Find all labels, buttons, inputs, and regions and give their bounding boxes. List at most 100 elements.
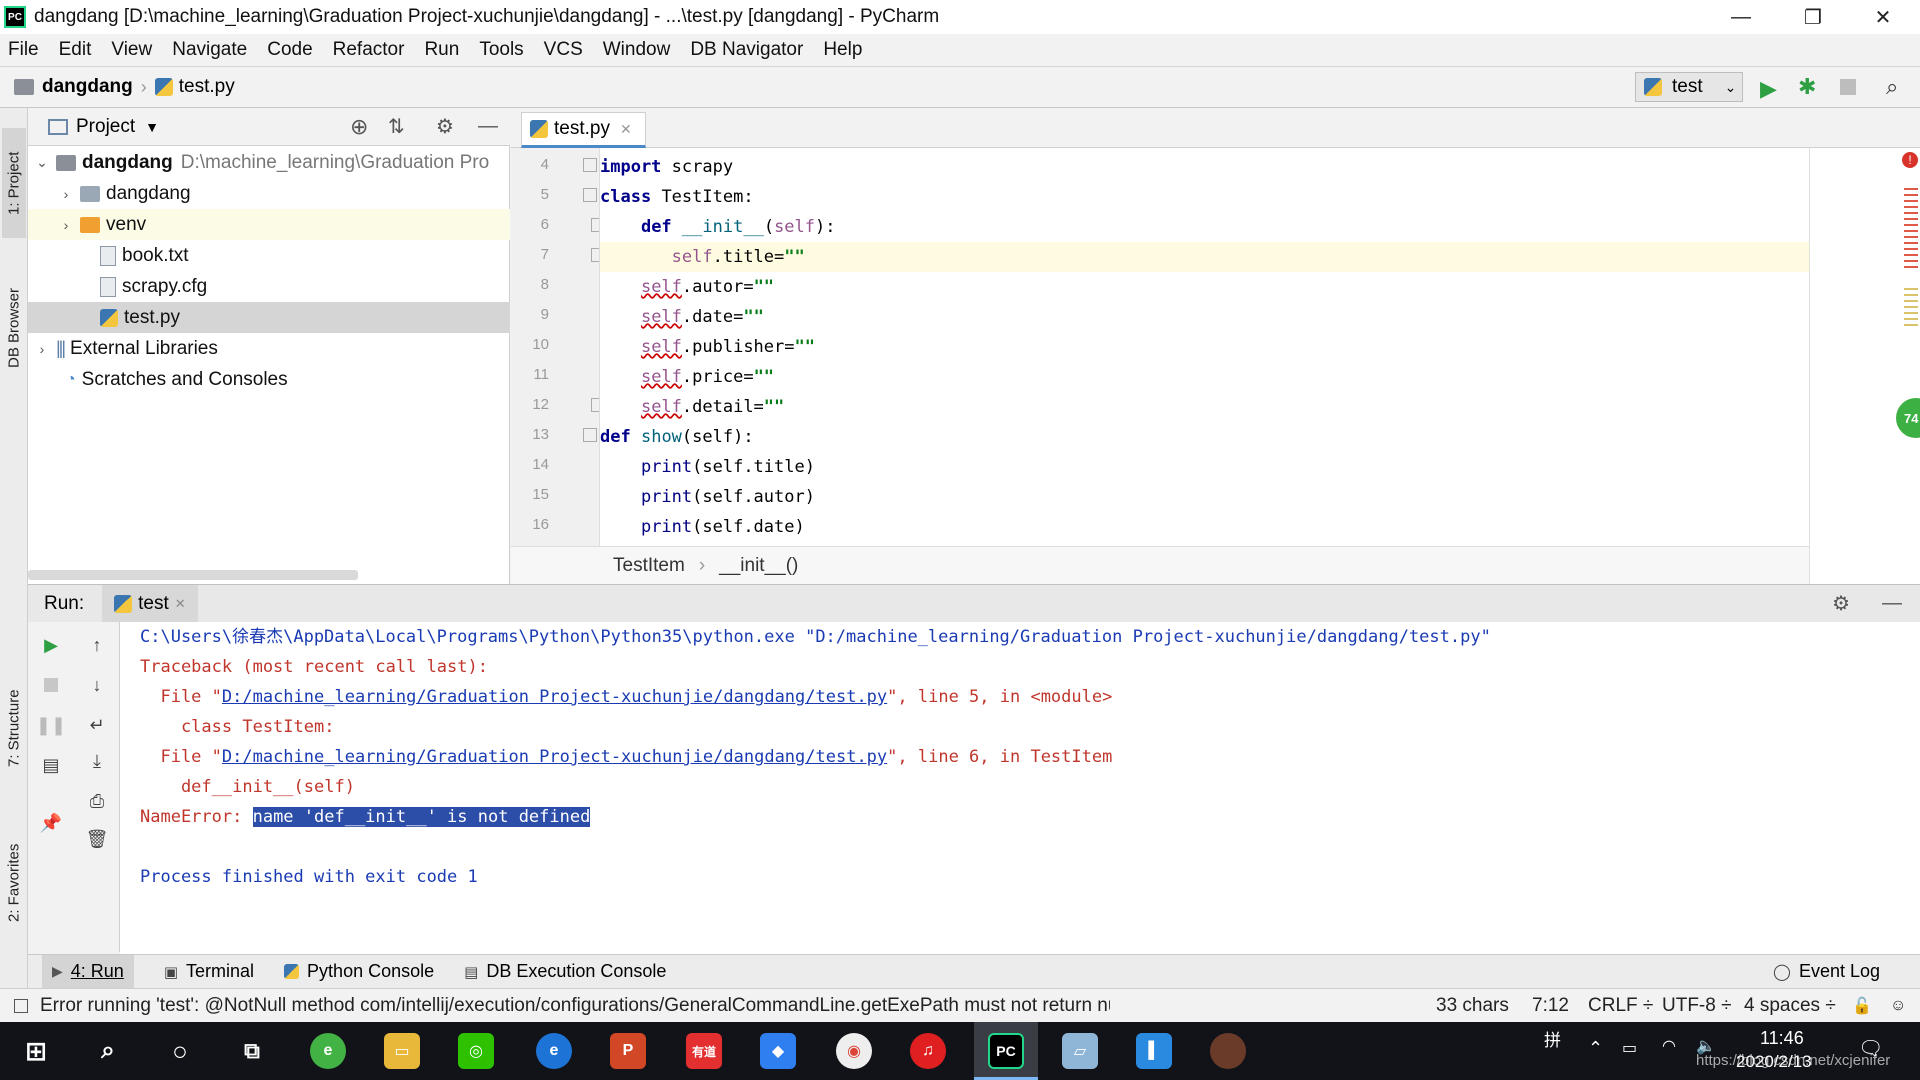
- browser-360-icon[interactable]: e: [310, 1033, 346, 1069]
- layout-icon[interactable]: ▤: [38, 752, 64, 778]
- scroll-to-end-icon[interactable]: ⤓: [84, 748, 110, 774]
- youdao-icon[interactable]: 有道: [686, 1033, 722, 1069]
- run-console[interactable]: C:\Users\徐春杰\AppData\Local\Programs\Pyth…: [120, 622, 1920, 954]
- run-tab-test[interactable]: test ✕: [102, 584, 198, 623]
- collapsed-arrow-icon[interactable]: ›: [32, 341, 52, 357]
- file-explorer-icon[interactable]: ▭: [384, 1033, 420, 1069]
- menu-file[interactable]: File: [8, 39, 39, 61]
- ime-indicator[interactable]: 拼: [1544, 1026, 1561, 1051]
- down-arrow-icon[interactable]: ↓: [84, 672, 110, 698]
- menu-help[interactable]: Help: [823, 39, 862, 61]
- menu-tools[interactable]: Tools: [479, 39, 523, 61]
- collapse-all-icon[interactable]: ⇅: [388, 114, 405, 139]
- document-app-icon[interactable]: ▌: [1136, 1033, 1172, 1069]
- chevron-down-icon[interactable]: ▼: [145, 119, 159, 135]
- console-file-link[interactable]: D:/machine_learning/Graduation Project-x…: [222, 747, 887, 767]
- menu-edit[interactable]: Edit: [59, 39, 92, 61]
- tool-tab-terminal[interactable]: ▣ Terminal: [164, 961, 254, 982]
- pin-icon[interactable]: 📌: [38, 810, 64, 836]
- breadcrumb-file[interactable]: test.py: [179, 76, 235, 98]
- edge-icon[interactable]: e: [536, 1033, 572, 1069]
- tree-item-venv[interactable]: › venv: [28, 209, 510, 240]
- menu-window[interactable]: Window: [603, 39, 671, 61]
- status-encoding[interactable]: UTF-8 ÷: [1662, 995, 1732, 1017]
- minimize-button[interactable]: —: [1706, 0, 1776, 34]
- error-indicator-icon[interactable]: !: [1902, 152, 1918, 168]
- menu-vcs[interactable]: VCS: [544, 39, 583, 61]
- battery-icon[interactable]: ▭: [1622, 1038, 1637, 1058]
- pause-icon[interactable]: ❚❚: [36, 712, 66, 738]
- stop-icon[interactable]: [1840, 79, 1856, 95]
- notification-icon[interactable]: 🗨: [1858, 1036, 1883, 1061]
- rerun-icon[interactable]: ▶: [38, 632, 64, 658]
- trash-icon[interactable]: 🗑: [84, 826, 110, 852]
- tab-db-browser[interactable]: DB Browser: [2, 263, 26, 393]
- powerpoint-icon[interactable]: P: [610, 1033, 646, 1069]
- close-tab-icon[interactable]: ✕: [175, 596, 186, 612]
- status-indent[interactable]: 4 spaces ÷: [1744, 995, 1836, 1017]
- collapsed-arrow-icon[interactable]: ›: [56, 217, 76, 233]
- gear-icon[interactable]: ⚙: [1832, 591, 1850, 616]
- avatar[interactable]: [1210, 1033, 1246, 1069]
- tree-item-file-selected[interactable]: test.py: [28, 302, 510, 333]
- chevron-up-icon[interactable]: ⌃: [1588, 1038, 1603, 1059]
- close-button[interactable]: ✕: [1848, 0, 1918, 34]
- hide-icon[interactable]: —: [1882, 592, 1902, 615]
- netease-music-icon[interactable]: ♫: [910, 1033, 946, 1069]
- wifi-icon[interactable]: ◠: [1662, 1036, 1676, 1056]
- tool-tab-python-console[interactable]: Python Console: [284, 961, 434, 982]
- up-arrow-icon[interactable]: ↑: [84, 632, 110, 658]
- clock-time[interactable]: 11:46: [1760, 1028, 1804, 1049]
- code-editor[interactable]: import scrapy class TestItem: def __init…: [599, 148, 1810, 546]
- fold-marker-icon[interactable]: [583, 428, 597, 442]
- menu-code[interactable]: Code: [267, 39, 312, 61]
- run-icon[interactable]: ▶: [1760, 76, 1777, 102]
- toggle-tool-windows-icon[interactable]: [14, 998, 28, 1013]
- breadcrumb-method[interactable]: __init__(): [719, 555, 798, 577]
- run-configuration-select[interactable]: test ⌄: [1635, 72, 1743, 102]
- breadcrumb-class[interactable]: TestItem: [613, 555, 685, 577]
- status-message[interactable]: Error running 'test': @NotNull method co…: [40, 995, 1110, 1017]
- warning-stripe-marks[interactable]: [1904, 288, 1918, 328]
- cortana-icon[interactable]: ○: [162, 1033, 198, 1069]
- inspection-badge[interactable]: 74: [1896, 398, 1920, 438]
- hide-icon[interactable]: —: [478, 115, 498, 138]
- pycharm-taskbar-icon[interactable]: PC: [988, 1033, 1024, 1069]
- task-view-icon[interactable]: ⧉: [234, 1033, 270, 1069]
- horizontal-scrollbar[interactable]: [28, 570, 358, 580]
- app-icon[interactable]: ▱: [1062, 1033, 1098, 1069]
- tree-item-scratches[interactable]: ◔ Scratches and Consoles: [28, 364, 510, 395]
- breadcrumb-project[interactable]: dangdang: [42, 76, 133, 98]
- notes-app-icon[interactable]: ◆: [760, 1033, 796, 1069]
- collapsed-arrow-icon[interactable]: ›: [56, 186, 76, 202]
- tool-tab-run[interactable]: ▶ 4: Run: [42, 954, 134, 989]
- search-icon[interactable]: ⌕: [90, 1033, 126, 1069]
- fold-marker-icon[interactable]: [583, 188, 597, 202]
- wechat-icon[interactable]: ◎: [458, 1033, 494, 1069]
- project-view-select[interactable]: Project: [76, 116, 135, 138]
- soft-wrap-icon[interactable]: ↵: [84, 712, 110, 738]
- gear-icon[interactable]: ⚙: [436, 114, 454, 139]
- lock-icon[interactable]: 🔓: [1852, 996, 1872, 1016]
- windows-start-icon[interactable]: ⊞: [18, 1033, 54, 1069]
- status-caret-position[interactable]: 7:12: [1532, 995, 1569, 1017]
- search-icon[interactable]: ⌕: [1886, 74, 1898, 100]
- locate-icon[interactable]: ⊕: [350, 114, 368, 140]
- chrome-icon[interactable]: ◉: [836, 1033, 872, 1069]
- fold-marker-icon[interactable]: [583, 158, 597, 172]
- tab-favorites[interactable]: 2: Favorites: [2, 823, 26, 943]
- tree-item-root[interactable]: ⌄ dangdang D:\machine_learning\Graduatio…: [28, 147, 510, 178]
- tree-item-external-libraries[interactable]: › ||| External Libraries: [28, 333, 510, 364]
- menu-refactor[interactable]: Refactor: [333, 39, 405, 61]
- print-icon[interactable]: ⎙: [84, 788, 110, 814]
- menu-run[interactable]: Run: [424, 39, 459, 61]
- menu-view[interactable]: View: [111, 39, 152, 61]
- console-file-link[interactable]: D:/machine_learning/Graduation Project-x…: [222, 687, 887, 707]
- tab-structure[interactable]: 7: Structure: [2, 668, 26, 788]
- tree-item-package[interactable]: › dangdang: [28, 178, 510, 209]
- inspector-icon[interactable]: ☺: [1890, 997, 1906, 1015]
- tree-item-file[interactable]: scrapy.cfg: [28, 271, 510, 302]
- editor-tab-test-py[interactable]: test.py ✕: [521, 112, 646, 148]
- expanded-arrow-icon[interactable]: ⌄: [32, 154, 52, 171]
- tab-project[interactable]: 1: Project: [2, 128, 26, 238]
